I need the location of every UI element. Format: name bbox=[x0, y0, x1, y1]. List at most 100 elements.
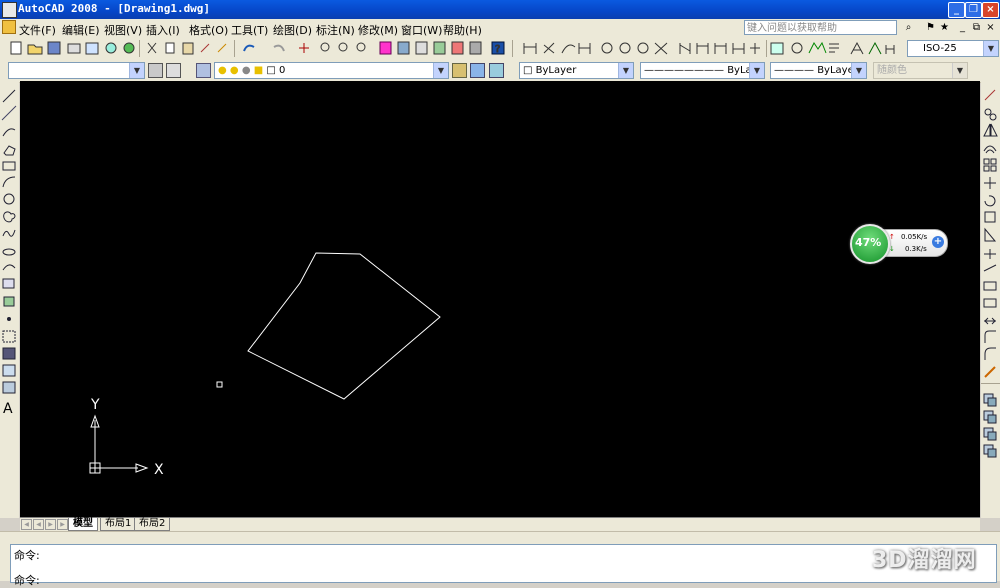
doc-restore-button[interactable]: ⧉ bbox=[970, 21, 983, 34]
plus-icon[interactable]: + bbox=[932, 236, 944, 248]
linetype-sample-line: ———————— bbox=[644, 65, 728, 76]
linetype-control-select[interactable]: ———————— ByLayer ▼ bbox=[640, 62, 765, 79]
search-icon[interactable]: ⌕ bbox=[902, 21, 915, 34]
hatch-icon bbox=[2, 330, 16, 343]
explode-icon bbox=[984, 366, 996, 378]
menu-insert[interactable]: 插入(I) bbox=[146, 22, 180, 38]
draw-toolbar-icons: A bbox=[1, 89, 17, 417]
plot-icon bbox=[67, 43, 81, 54]
layer-lock-icon[interactable]: ■ bbox=[254, 65, 263, 76]
layer-color-swatch-icon: □ bbox=[266, 65, 276, 76]
chevron-down-icon: ▼ bbox=[952, 63, 967, 78]
dimension-style-value: ISO-25 bbox=[923, 43, 957, 54]
line-icon bbox=[2, 89, 16, 103]
svg-text:A: A bbox=[3, 401, 13, 417]
chevron-down-icon[interactable]: ▼ bbox=[851, 63, 866, 78]
command-history[interactable]: 命令: 命令: bbox=[10, 544, 997, 587]
mirror-icon bbox=[983, 123, 998, 137]
rotate-icon bbox=[984, 195, 996, 207]
menu-draw[interactable]: 绘图(D) bbox=[273, 22, 312, 38]
doc-minimize-button[interactable]: _ bbox=[956, 21, 969, 34]
menu-dimension[interactable]: 标注(N) bbox=[316, 22, 355, 38]
ellipse-icon bbox=[2, 248, 16, 256]
menu-file[interactable]: 文件(F) bbox=[19, 22, 56, 38]
first-tab-icon[interactable]: ◀ bbox=[21, 519, 32, 530]
table-icon bbox=[2, 381, 16, 394]
move-icon bbox=[984, 177, 996, 189]
help-search-input[interactable]: 键入问题以获取帮助 bbox=[744, 20, 897, 35]
cut-icon bbox=[147, 42, 157, 54]
menu-tools[interactable]: 工具(T) bbox=[231, 22, 268, 38]
chevron-down-icon[interactable]: ▼ bbox=[129, 63, 144, 78]
rectangle-icon bbox=[2, 161, 16, 171]
tab-layout2[interactable]: 布局2 bbox=[134, 518, 171, 531]
close-button[interactable]: × bbox=[982, 2, 999, 18]
chevron-down-icon[interactable]: ▼ bbox=[433, 63, 448, 78]
communication-center-icon[interactable]: ⚑ bbox=[924, 21, 937, 34]
layer-isolate-icon[interactable] bbox=[489, 63, 504, 78]
join-icon bbox=[984, 317, 996, 325]
layer-states-icon[interactable] bbox=[196, 63, 211, 78]
menu-edit[interactable]: 编辑(E) bbox=[62, 22, 100, 38]
color-control-select[interactable]: □ ByLayer ▼ bbox=[519, 62, 634, 79]
layer-manager-icon[interactable] bbox=[166, 63, 181, 78]
make-block-icon bbox=[3, 296, 15, 307]
color-value: ByLayer bbox=[535, 65, 577, 76]
spline-icon bbox=[2, 229, 16, 237]
layer-control-select[interactable]: ● ● ● ■ □ 0 ▼ bbox=[214, 62, 449, 79]
lineweight-sample-line: ———— bbox=[774, 65, 818, 76]
workspace-settings-icon[interactable] bbox=[148, 63, 163, 78]
tab-layout1[interactable]: 布局1 bbox=[100, 518, 137, 531]
modify-toolbar-icons bbox=[981, 89, 1000, 458]
plotstyle-value: 随颜色 bbox=[877, 65, 907, 76]
last-tab-icon[interactable]: ▶ bbox=[57, 519, 68, 530]
plotstyle-control-select: 随颜色 ▼ bbox=[873, 62, 968, 79]
upload-speed: 0.05K/s bbox=[901, 233, 928, 241]
drawing-doc-icon[interactable] bbox=[2, 20, 16, 34]
command-history-line: 命令: bbox=[14, 549, 40, 562]
doc-close-button[interactable]: × bbox=[984, 21, 997, 34]
polygon-icon bbox=[3, 145, 16, 156]
workspace-select[interactable]: ▼ bbox=[8, 62, 145, 79]
minimize-button[interactable]: _ bbox=[948, 2, 965, 18]
ucs-icon bbox=[89, 414, 149, 474]
layer-on-bulb-icon[interactable]: ● bbox=[218, 65, 227, 76]
menu-window[interactable]: 窗口(W) bbox=[401, 22, 442, 38]
command-prompt[interactable]: 命令: bbox=[14, 572, 40, 588]
layer-thaw-sun-icon[interactable]: ● bbox=[230, 65, 239, 76]
menu-help[interactable]: 帮助(H) bbox=[443, 22, 482, 38]
layer-vp-freeze-icon[interactable]: ● bbox=[242, 65, 251, 76]
favorites-star-icon[interactable]: ★ bbox=[938, 21, 951, 34]
cpu-percent: 47% bbox=[855, 236, 882, 249]
point-icon bbox=[7, 317, 11, 321]
model-space[interactable]: Y X bbox=[20, 81, 980, 517]
menu-view[interactable]: 视图(V) bbox=[104, 22, 142, 38]
save-icon bbox=[47, 41, 61, 55]
layer-current-name: 0 bbox=[279, 65, 286, 76]
prev-tab-icon[interactable]: ◀ bbox=[33, 519, 44, 530]
menu-bar: 文件(F) 编辑(E) 视图(V) 插入(I) 格式(O) 工具(T) 绘图(D… bbox=[0, 19, 1000, 38]
restore-button[interactable]: ❐ bbox=[965, 2, 982, 18]
menu-format[interactable]: 格式(O) bbox=[189, 22, 228, 38]
site-watermark: 3D溜溜网 bbox=[872, 548, 977, 573]
chevron-down-icon[interactable]: ▼ bbox=[749, 63, 764, 78]
tab-model[interactable]: 模型 bbox=[68, 518, 98, 531]
layer-previous-icon[interactable] bbox=[470, 63, 485, 78]
drawing-canvas[interactable]: Y X bbox=[20, 81, 980, 517]
lineweight-control-select[interactable]: ———— ByLayer ▼ bbox=[770, 62, 867, 79]
net-speed-widget[interactable]: 47% ↑ 0.05K/s ↓ 0.3K/s + bbox=[850, 224, 948, 264]
drawn-polygon[interactable] bbox=[247, 252, 441, 400]
make-object-layer-current-icon[interactable] bbox=[452, 63, 467, 78]
autocad-app-icon[interactable] bbox=[2, 2, 17, 18]
plot-preview-icon bbox=[85, 42, 99, 55]
chevron-down-icon[interactable]: ▼ bbox=[618, 63, 633, 78]
chevron-down-icon[interactable]: ▼ bbox=[983, 41, 998, 56]
dimension-style-select[interactable]: ISO-25 ▼ bbox=[907, 40, 999, 57]
offset-icon bbox=[983, 145, 997, 154]
menu-modify[interactable]: 修改(M) bbox=[358, 22, 398, 38]
download-arrow-icon: ↓ bbox=[889, 245, 895, 253]
break-at-point-icon bbox=[983, 281, 997, 291]
window-title: AutoCAD 2008 - [Drawing1.dwg] bbox=[18, 2, 211, 15]
download-speed: 0.3K/s bbox=[905, 245, 927, 253]
next-tab-icon[interactable]: ▶ bbox=[45, 519, 56, 530]
